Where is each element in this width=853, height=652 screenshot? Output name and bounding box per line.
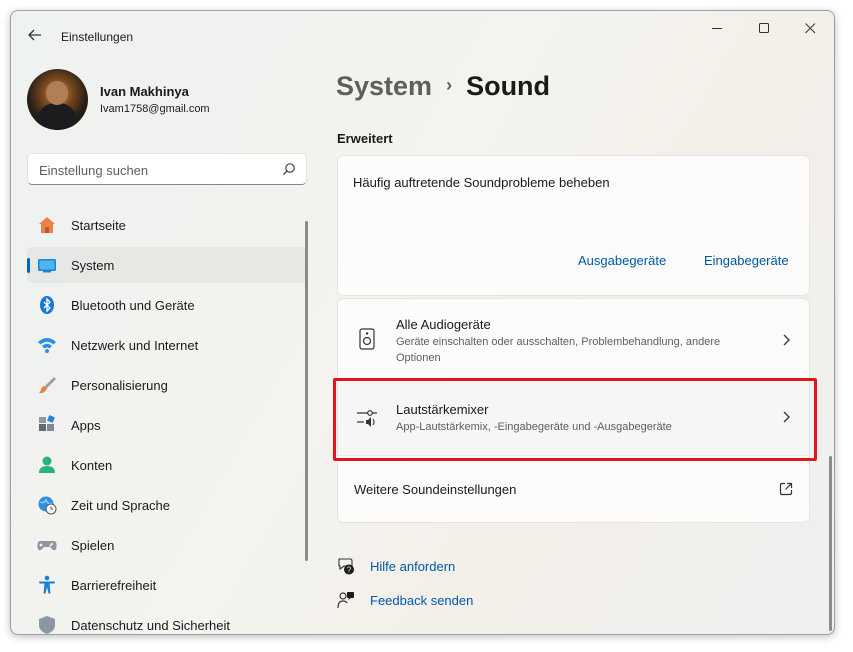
get-help-link[interactable]: ? Hilfe anfordern — [337, 557, 455, 575]
svg-text:?: ? — [347, 566, 352, 575]
maximize-icon — [758, 22, 769, 33]
sidebar-item-label: Personalisierung — [71, 378, 168, 393]
sidebar-item-network[interactable]: Netzwerk und Internet — [27, 327, 307, 363]
back-arrow-icon — [28, 29, 41, 41]
maximize-button[interactable] — [741, 11, 787, 45]
sidebar-item-gaming[interactable]: Spielen — [27, 527, 307, 563]
search-placeholder: Einstellung suchen — [39, 163, 149, 178]
breadcrumb-parent[interactable]: System — [336, 71, 432, 101]
apps-icon — [39, 415, 55, 431]
sidebar-item-label: Datenschutz und Sicherheit — [71, 618, 230, 633]
sidebar-item-startseite[interactable]: Startseite — [27, 207, 307, 243]
feedback-link[interactable]: Feedback senden — [337, 591, 473, 609]
sound-options-card: Alle Audiogeräte Geräte einschalten oder… — [337, 298, 810, 523]
feedback-icon — [337, 592, 354, 609]
section-heading: Erweitert — [337, 131, 393, 146]
sidebar-item-bluetooth[interactable]: Bluetooth und Geräte — [27, 287, 307, 323]
more-sound-settings-title: Weitere Soundeinstellungen — [354, 482, 517, 497]
brush-icon — [39, 377, 56, 394]
main-scrollbar[interactable] — [829, 456, 832, 631]
sidebar-item-time-language[interactable]: Zeit und Sprache — [27, 487, 307, 523]
app-title: Einstellungen — [61, 30, 134, 44]
gamepad-icon — [37, 541, 57, 551]
troubleshoot-title: Häufig auftretende Soundprobleme beheben — [353, 175, 610, 190]
sidebar-item-label: Barrierefreiheit — [71, 578, 157, 593]
close-button[interactable] — [787, 11, 833, 45]
sidebar-item-label: Bluetooth und Geräte — [71, 298, 195, 313]
more-sound-settings-row[interactable]: Weitere Soundeinstellungen — [338, 457, 809, 523]
breadcrumb: System › Sound — [336, 71, 550, 102]
user-name: Ivan Makhinya — [100, 84, 189, 99]
volume-mixer-desc: App-Lautstärkemix, -Eingabegeräte und -A… — [396, 421, 672, 433]
globe-clock-icon — [38, 496, 57, 515]
accessibility-icon — [39, 575, 55, 594]
wifi-icon — [38, 338, 56, 353]
breadcrumb-separator: › — [446, 75, 453, 95]
user-profile[interactable]: Ivan Makhinya Ivam1758@gmail.com — [27, 68, 307, 132]
volume-mixer-row[interactable]: Lautstärkemixer App-Lautstärkemix, -Eing… — [338, 381, 809, 456]
sidebar-item-label: Zeit und Sprache — [71, 498, 171, 513]
output-devices-link[interactable]: Ausgabegeräte — [578, 253, 666, 268]
mixer-icon — [357, 410, 377, 427]
search-icon — [283, 163, 295, 175]
feedback-label: Feedback senden — [370, 592, 474, 608]
sidebar-item-label: Apps — [71, 418, 101, 433]
help-icon: ? — [338, 558, 354, 575]
avatar — [27, 69, 88, 130]
bluetooth-icon — [40, 296, 54, 314]
all-audio-devices-title: Alle Audiogeräte — [396, 317, 491, 332]
sidebar-item-accounts[interactable]: Konten — [27, 447, 307, 483]
sidebar-item-label: Spielen — [71, 538, 115, 553]
minimize-button[interactable] — [694, 11, 740, 45]
sidebar-item-label: Startseite — [71, 218, 126, 233]
get-help-label: Hilfe anfordern — [370, 558, 456, 574]
chevron-right-icon — [783, 411, 790, 423]
account-icon — [39, 456, 55, 473]
home-icon — [39, 217, 55, 233]
close-icon — [804, 22, 815, 33]
title-bar: Einstellungen — [11, 11, 834, 59]
input-devices-link[interactable]: Eingabegeräte — [704, 253, 789, 268]
sidebar-nav: Startseite System Bluetooth und Geräte N… — [27, 207, 307, 634]
sidebar-scrollbar[interactable] — [305, 221, 308, 561]
system-icon — [38, 259, 56, 273]
search-input[interactable]: Einstellung suchen — [27, 153, 307, 185]
sidebar-item-accessibility[interactable]: Barrierefreiheit — [27, 567, 307, 603]
sidebar-item-system[interactable]: System — [27, 247, 307, 283]
shield-icon — [39, 616, 55, 634]
external-link-icon — [779, 482, 793, 496]
all-audio-devices-row[interactable]: Alle Audiogeräte Geräte einschalten oder… — [338, 299, 809, 380]
sidebar-item-label: Konten — [71, 458, 113, 473]
settings-window: Einstellungen Ivan Makhinya Ivam1758@gma… — [10, 10, 835, 635]
user-email: Ivam1758@gmail.com — [100, 103, 210, 115]
active-indicator — [27, 258, 30, 273]
sidebar-item-privacy[interactable]: Datenschutz und Sicherheit — [27, 607, 307, 634]
page-title: Sound — [466, 71, 551, 101]
sidebar-item-apps[interactable]: Apps — [27, 407, 307, 443]
chevron-right-icon — [783, 334, 790, 346]
minimize-icon — [711, 27, 722, 29]
back-button[interactable] — [23, 23, 47, 47]
speaker-icon — [359, 328, 375, 350]
troubleshoot-card: Häufig auftretende Soundprobleme beheben… — [337, 155, 810, 296]
sidebar-item-label: System — [71, 258, 115, 273]
all-audio-devices-desc: Geräte einschalten oder ausschalten, Pro… — [396, 336, 721, 364]
sidebar-item-personalization[interactable]: Personalisierung — [27, 367, 307, 403]
sidebar-item-label: Netzwerk und Internet — [71, 338, 199, 353]
volume-mixer-title: Lautstärkemixer — [396, 402, 489, 417]
